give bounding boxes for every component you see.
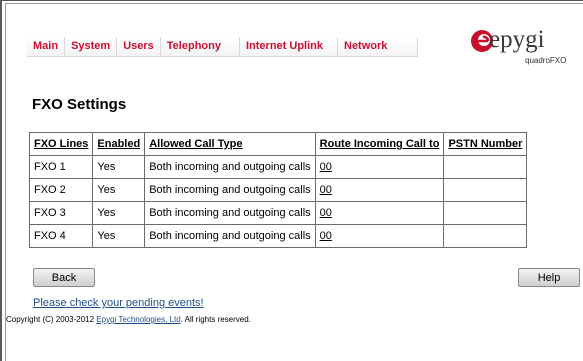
call-type-cell: Both incoming and outgoing calls (144, 224, 316, 248)
copyright-notice: Copyright (C) 2003-2012 Epygi Technologi… (6, 315, 251, 324)
model-name: quadroFXO (525, 56, 567, 65)
pending-events-link[interactable]: Please check your pending events! (33, 297, 204, 309)
fxo-line-cell: FXO 3 (28, 201, 94, 225)
fxo-settings-table: FXO Lines Enabled Allowed Call Type Rout… (28, 132, 528, 248)
column-header-enabled[interactable]: Enabled (92, 132, 146, 156)
route-link[interactable]: 00 (320, 161, 332, 173)
menu-item-main[interactable]: Main (27, 36, 66, 57)
menu-item-telephony[interactable]: Telephony (160, 36, 240, 57)
column-header-pstn-number[interactable]: PSTN Number (443, 132, 528, 156)
menu-item-internet-uplink[interactable]: Internet Uplink (239, 36, 338, 57)
company-link[interactable]: Epygi Technologies, Ltd (96, 315, 180, 324)
back-button[interactable]: Back (33, 268, 95, 287)
pstn-number-cell (443, 178, 528, 202)
enabled-cell: Yes (92, 155, 146, 179)
table-row: FXO 4 Yes Both incoming and outgoing cal… (28, 224, 528, 248)
pstn-number-cell (443, 155, 528, 179)
epygi-logo: epygi quadroFXO (469, 26, 569, 68)
help-button[interactable]: Help (518, 268, 580, 287)
call-type-cell: Both incoming and outgoing calls (144, 178, 316, 202)
copyright-prefix: Copyright (C) 2003-2012 (6, 315, 97, 324)
column-header-allowed-call-type[interactable]: Allowed Call Type (144, 132, 316, 156)
call-type-cell: Both incoming and outgoing calls (144, 201, 316, 225)
table-row: FXO 2 Yes Both incoming and outgoing cal… (28, 178, 528, 202)
route-cell: 00 (314, 178, 445, 202)
menu-item-network[interactable]: Network (338, 36, 419, 57)
pstn-number-cell (443, 224, 528, 248)
fxo-line-cell: FXO 2 (28, 178, 94, 202)
menu-item-system[interactable]: System (65, 36, 118, 57)
main-menu: Main System Users Telephony Internet Upl… (27, 36, 419, 57)
logo-wordmark: epygi (489, 26, 545, 53)
route-link[interactable]: 00 (320, 207, 332, 219)
pstn-number-cell (443, 201, 528, 225)
page-title: FXO Settings (32, 96, 127, 113)
menu-item-users[interactable]: Users (117, 36, 161, 57)
enabled-cell: Yes (92, 224, 146, 248)
copyright-suffix: . All rights reserved. (180, 315, 251, 324)
enabled-cell: Yes (92, 178, 146, 202)
route-link[interactable]: 00 (320, 184, 332, 196)
route-cell: 00 (314, 201, 445, 225)
table-row: FXO 3 Yes Both incoming and outgoing cal… (28, 201, 528, 225)
table-row: FXO 1 Yes Both incoming and outgoing cal… (28, 155, 528, 179)
fxo-line-cell: FXO 4 (28, 224, 94, 248)
fxo-line-cell: FXO 1 (28, 155, 94, 179)
call-type-cell: Both incoming and outgoing calls (144, 155, 316, 179)
route-link[interactable]: 00 (320, 230, 332, 242)
enabled-cell: Yes (92, 201, 146, 225)
route-cell: 00 (314, 224, 445, 248)
column-header-fxo-lines[interactable]: FXO Lines (28, 132, 94, 156)
column-header-route-incoming[interactable]: Route Incoming Call to (314, 132, 445, 156)
table-header-row: FXO Lines Enabled Allowed Call Type Rout… (28, 132, 528, 156)
route-cell: 00 (314, 155, 445, 179)
